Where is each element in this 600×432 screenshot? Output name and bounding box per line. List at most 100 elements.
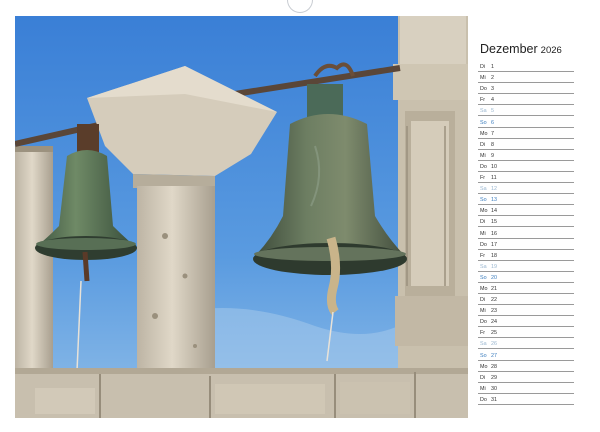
day-row: Fr 18: [478, 250, 574, 261]
weekday-label: Di: [480, 64, 486, 71]
day-row: So 27: [478, 349, 574, 361]
day-row: Mi 16: [478, 227, 574, 239]
weekday-label: Mo: [480, 130, 488, 137]
day-number: 23: [491, 308, 497, 315]
day-row: Sa 5: [478, 105, 574, 117]
day-number: 18: [491, 252, 497, 259]
weekday-label: Mi: [480, 385, 486, 392]
day-row: Sa 19: [478, 261, 574, 272]
day-row: Mi 9: [478, 150, 574, 161]
day-row: Fr 11: [478, 172, 574, 184]
day-number: 22: [491, 297, 497, 304]
month-name: Dezember: [480, 42, 538, 56]
day-row: Mo 28: [478, 361, 574, 372]
calendar-page: Dezember 2026 Di 1 Mi 2 Do 3 Fr 4 Sa 5 So 6 Mo 7 Di 8 Mi 9…: [0, 0, 600, 432]
day-number: 9: [491, 152, 494, 159]
day-row: Do 10: [478, 161, 574, 172]
day-number: 26: [491, 341, 497, 348]
day-row: So 13: [478, 194, 574, 206]
day-row: Do 3: [478, 83, 574, 95]
day-number: 2: [491, 75, 494, 82]
day-row: Di 8: [478, 139, 574, 150]
weekday-label: Do: [480, 319, 487, 326]
day-number: 4: [491, 97, 494, 104]
weekday-label: Mi: [480, 75, 486, 82]
day-row: Do 24: [478, 316, 574, 328]
weekday-label: Di: [480, 374, 486, 381]
day-number: 3: [491, 86, 494, 93]
day-row: Do 17: [478, 239, 574, 250]
day-number: 13: [491, 197, 497, 204]
weekday-label: Sa: [480, 263, 487, 270]
bell-tower-photo: [15, 16, 468, 418]
weekday-label: Mo: [480, 208, 488, 215]
day-row: Di 15: [478, 216, 574, 228]
right-stone-pillar: [393, 16, 468, 418]
day-row: Sa 26: [478, 338, 574, 350]
weekday-label: So: [480, 197, 487, 204]
day-number: 8: [491, 141, 494, 148]
weekday-label: Mo: [480, 363, 488, 370]
day-number: 20: [491, 274, 497, 281]
weekday-label: Mi: [480, 152, 486, 159]
day-number: 14: [491, 208, 497, 215]
weekday-label: Mo: [480, 285, 488, 292]
day-row: Di 29: [478, 372, 574, 383]
weekday-label: Do: [480, 396, 487, 403]
day-number: 6: [491, 119, 494, 126]
weekday-label: Mi: [480, 308, 486, 315]
day-number: 5: [491, 108, 494, 115]
day-row: Mi 2: [478, 72, 574, 84]
weekday-label: Di: [480, 297, 486, 304]
day-number: 1: [491, 64, 494, 71]
day-number: 25: [491, 330, 497, 337]
day-row: Mo 7: [478, 128, 574, 139]
calendar-panel: Dezember 2026 Di 1 Mi 2 Do 3 Fr 4 Sa 5 So 6 Mo 7 Di 8 Mi 9…: [468, 16, 588, 418]
day-number: 27: [491, 352, 497, 359]
weekday-label: Di: [480, 141, 486, 148]
stone-parapet: [15, 368, 468, 418]
left-wall: [15, 146, 53, 391]
day-number: 28: [491, 363, 497, 370]
weekday-label: Fr: [480, 330, 486, 337]
day-number: 12: [491, 186, 497, 193]
day-row: Fr 25: [478, 327, 574, 339]
bell-tower-image: [15, 16, 468, 418]
weekday-label: Sa: [480, 108, 487, 115]
day-row: So 20: [478, 272, 574, 283]
day-number: 29: [491, 374, 497, 381]
day-number: 17: [491, 241, 497, 248]
day-number: 15: [491, 219, 497, 226]
day-number: 7: [491, 130, 494, 137]
day-row: Do 31: [478, 394, 574, 405]
day-row: Sa 12: [478, 183, 574, 195]
day-row: Fr 4: [478, 94, 574, 106]
weekday-label: So: [480, 119, 487, 126]
day-row: Di 1: [478, 61, 574, 73]
weekday-label: Do: [480, 86, 487, 93]
day-number: 30: [491, 385, 497, 392]
weekday-label: Sa: [480, 186, 487, 193]
day-row: Mo 14: [478, 205, 574, 217]
day-row: Mi 23: [478, 305, 574, 317]
day-row: Mi 30: [478, 383, 574, 394]
weekday-label: Do: [480, 241, 487, 248]
weekday-label: Mi: [480, 230, 486, 237]
day-number: 16: [491, 230, 497, 237]
weekday-label: Sa: [480, 341, 487, 348]
day-row: Mo 21: [478, 283, 574, 294]
weekday-label: So: [480, 352, 487, 359]
day-number: 24: [491, 319, 497, 326]
day-list: Di 1 Mi 2 Do 3 Fr 4 Sa 5 So 6 Mo 7 Di 8 Mi 9 Do 10 Fr 11 Sa 12 S…: [478, 61, 574, 405]
weekday-label: Fr: [480, 97, 486, 104]
day-number: 19: [491, 263, 497, 270]
day-number: 31: [491, 396, 497, 403]
weekday-label: Do: [480, 163, 487, 170]
day-number: 11: [491, 175, 497, 182]
day-row: Di 22: [478, 294, 574, 306]
weekday-label: So: [480, 274, 487, 281]
month-title: Dezember 2026: [480, 42, 562, 56]
weekday-label: Di: [480, 219, 486, 226]
day-number: 10: [491, 163, 497, 170]
day-number: 21: [491, 285, 497, 292]
